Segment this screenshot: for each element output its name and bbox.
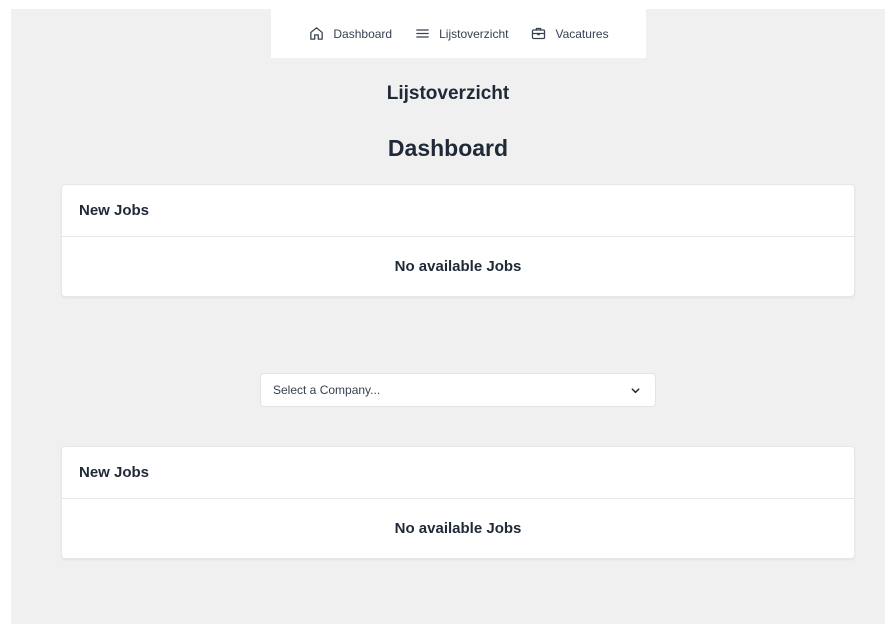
new-jobs-card-company: New Jobs No available Jobs — [61, 446, 855, 559]
new-jobs-card: New Jobs No available Jobs — [61, 184, 855, 297]
empty-state-text: No available Jobs — [394, 258, 522, 275]
company-select-placeholder: Select a Company... — [273, 383, 381, 397]
page-subtitle: Lijstoverzicht — [386, 83, 510, 104]
list-icon — [414, 25, 431, 42]
nav-item-label: Vacatures — [555, 26, 609, 41]
card-header: New Jobs — [62, 447, 854, 499]
nav-item-lijstoverzicht[interactable]: Lijstoverzicht — [414, 25, 508, 42]
empty-state-text: No available Jobs — [394, 520, 522, 537]
nav-item-label: Lijstoverzicht — [439, 26, 509, 41]
nav-item-vacatures[interactable]: Vacatures — [530, 25, 609, 42]
briefcase-icon — [530, 25, 547, 42]
nav-item-dashboard[interactable]: Dashboard — [308, 25, 392, 42]
nav-item-label: Dashboard — [333, 26, 393, 41]
company-select[interactable]: Select a Company... — [260, 373, 656, 407]
chevron-down-icon — [630, 385, 641, 396]
top-navigation: Dashboard Lijstoverzicht Vacatures — [271, 9, 646, 58]
card-header: New Jobs — [62, 185, 854, 237]
page-title: Dashboard — [387, 135, 509, 161]
page-background: Dashboard Lijstoverzicht Vacatures Lijst… — [11, 9, 885, 624]
home-icon — [308, 25, 325, 42]
